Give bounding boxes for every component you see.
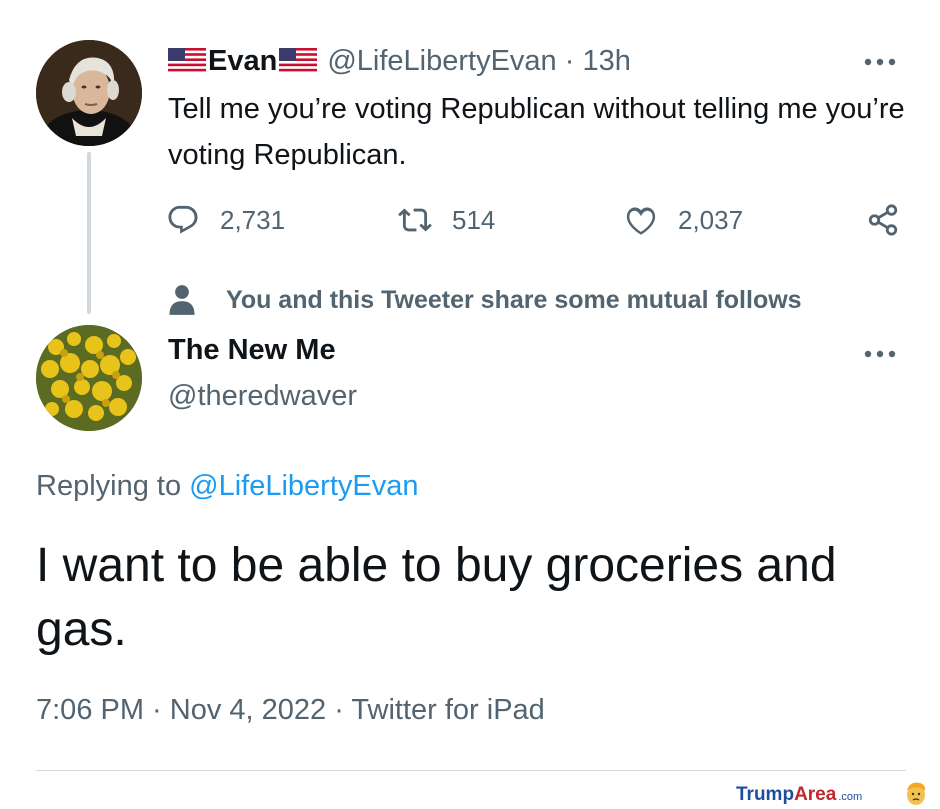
- tweet1-display-name[interactable]: Evan: [208, 45, 277, 78]
- more-options-icon[interactable]: [862, 336, 898, 366]
- share-icon: [868, 204, 898, 236]
- thread-connector-line: [87, 152, 91, 314]
- flowers-image: [36, 325, 142, 431]
- person-icon: [169, 285, 195, 315]
- divider: [36, 770, 906, 771]
- reply-count: 2,731: [220, 204, 286, 235]
- avatar-evan[interactable]: [36, 40, 142, 146]
- mutual-follows-notice: You and this Tweeter share some mutual f…: [168, 280, 802, 320]
- avatar-the-new-me[interactable]: [36, 325, 142, 431]
- tweet1-header: Evan @LifeLibertyEvan · 13h: [168, 42, 631, 80]
- more-options-icon[interactable]: [862, 44, 898, 74]
- watermark-part2: Area: [794, 784, 837, 805]
- watermark-face-icon: [907, 782, 926, 805]
- retweet-icon: [398, 208, 432, 232]
- tweet2-timestamp-source[interactable]: 7:06 PM · Nov 4, 2022 · Twitter for iPad: [36, 694, 545, 727]
- watermark-part1: Trump: [736, 784, 795, 805]
- mutual-follows-text: You and this Tweeter share some mutual f…: [226, 285, 802, 314]
- us-flag-icon: [168, 48, 206, 74]
- like-count: 2,037: [678, 204, 744, 235]
- separator-dot: ·: [564, 44, 575, 77]
- share-button[interactable]: [866, 200, 900, 240]
- us-flag-icon: [279, 48, 318, 74]
- tweet1-time[interactable]: 13h: [582, 45, 630, 77]
- replying-mention-link[interactable]: @LifeLibertyEvan: [189, 470, 418, 502]
- watermark-logo: Trump Area .com: [736, 784, 862, 806]
- reply-button[interactable]: 2,731: [166, 200, 285, 240]
- portrait-image: [36, 40, 142, 146]
- replying-prefix: Replying to: [36, 470, 190, 502]
- replying-to: Replying to @LifeLibertyEvan: [36, 470, 419, 503]
- reply-icon: [168, 205, 198, 234]
- heart-icon: [626, 207, 656, 235]
- like-button[interactable]: 2,037: [624, 200, 743, 240]
- tweet1-handle[interactable]: @LifeLibertyEvan: [327, 45, 556, 77]
- retweet-count: 514: [452, 204, 496, 235]
- tweet2-display-name[interactable]: The New Me: [168, 334, 336, 367]
- watermark-suffix: .com: [838, 791, 863, 803]
- tweet2-handle[interactable]: @theredwaver: [168, 380, 357, 413]
- retweet-button[interactable]: 514: [398, 200, 495, 240]
- tweet2-text: I want to be able to buy groceries and g…: [36, 539, 837, 656]
- tweet1-text: Tell me you’re voting Republican without…: [168, 93, 905, 171]
